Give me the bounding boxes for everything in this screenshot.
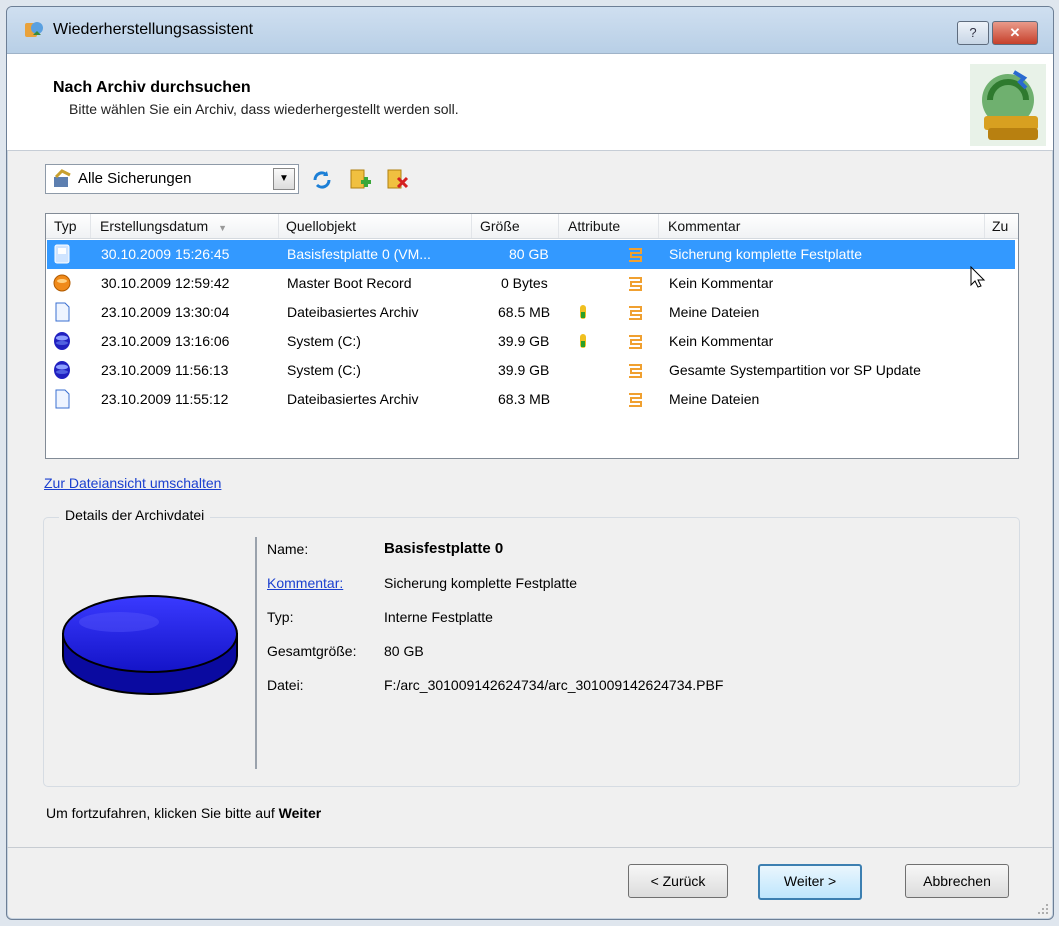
incremental-attribute-icon (580, 334, 586, 348)
archive-details-title: Details der Archivdatei (59, 507, 211, 523)
wizard-app-icon (25, 22, 43, 37)
switch-to-file-view-link[interactable]: Zur Dateiansicht umschalten (44, 475, 221, 491)
archive-segments-icon (629, 306, 642, 320)
resize-grip-icon[interactable] (1037, 903, 1049, 915)
help-button[interactable]: ? (957, 21, 989, 45)
wizard-header: Nach Archiv durchsuchen Bitte wählen Sie… (7, 54, 1053, 151)
detail-comment-value: Sicherung komplette Festplatte (384, 575, 577, 591)
row-source: Basisfestplatte 0 (VM... (287, 246, 431, 262)
row-source: System (C:) (287, 362, 361, 378)
row-date: 30.10.2009 15:26:45 (101, 246, 230, 262)
row-comment: Meine Dateien (669, 391, 760, 407)
detail-name-label: Name: (267, 541, 309, 557)
detail-file-label: Datei: (267, 677, 304, 693)
archive-filter-value: Alle Sicherungen (78, 170, 192, 187)
row-size: 68.5 MB (498, 304, 551, 320)
archive-segments-icon (629, 364, 642, 378)
column-header-comment[interactable]: Kommentar (668, 218, 740, 234)
row-date: 23.10.2009 13:16:06 (101, 333, 230, 349)
archive-segments-icon (629, 277, 642, 291)
disk-archive-icon (54, 244, 70, 264)
page-subtitle: Bitte wählen Sie ein Archiv, dass wieder… (69, 101, 459, 117)
column-header-source[interactable]: Quellobjekt (286, 218, 356, 234)
details-divider (255, 537, 257, 769)
archive-list[interactable]: Typ Erstellungsdatum ▼ Quellobjekt Größe … (45, 213, 1019, 459)
row-source: Master Boot Record (287, 275, 412, 291)
table-row[interactable]: 30.10.2009 15:26:45 Basisfestplatte 0 (V… (47, 240, 1015, 269)
next-button[interactable]: Weiter > (758, 864, 862, 900)
mouse-cursor-icon (970, 266, 986, 288)
title-bar: Wiederherstellungsassistent ? ✕ (7, 7, 1053, 54)
partition-icon (54, 361, 70, 379)
row-size: 39.9 GB (498, 362, 550, 378)
detail-size-label: Gesamtgröße: (267, 643, 357, 659)
file-archive-icon (55, 302, 70, 322)
restore-wizard-icon (970, 64, 1046, 146)
archive-filter-select[interactable]: Alle Sicherungen ▼ (45, 164, 299, 194)
column-header-attributes[interactable]: Attribute (568, 218, 620, 234)
cancel-button[interactable]: Abbrechen (905, 864, 1009, 898)
detail-type-value: Interne Festplatte (384, 609, 493, 625)
row-date: 23.10.2009 11:56:13 (101, 362, 229, 378)
row-date: 23.10.2009 11:55:12 (101, 391, 229, 407)
table-row[interactable]: 23.10.2009 11:55:12 Dateibasiertes Archi… (47, 385, 1015, 414)
table-row[interactable]: 23.10.2009 13:30:04 Dateibasiertes Archi… (47, 298, 1015, 327)
archive-segments-icon (629, 335, 642, 349)
detail-type-label: Typ: (267, 609, 294, 625)
column-header-size[interactable]: Größe (480, 218, 520, 234)
row-date: 23.10.2009 13:30:04 (101, 304, 230, 320)
detail-file-value: F:/arc_301009142624734/arc_3010091426247… (384, 677, 724, 693)
incremental-attribute-icon (580, 305, 586, 319)
table-row[interactable]: 30.10.2009 12:59:42 Master Boot Record 0… (47, 269, 1015, 298)
partition-icon (54, 332, 70, 350)
file-archive-icon (55, 389, 70, 409)
mbr-icon (53, 274, 71, 292)
continue-hint-bold: Weiter (278, 805, 322, 821)
row-source: System (C:) (287, 333, 361, 349)
row-comment: Meine Dateien (669, 304, 760, 320)
continue-hint-text: Um fortzufahren, klicken Sie bitte auf (46, 805, 275, 821)
page-title: Nach Archiv durchsuchen (53, 79, 251, 96)
table-row[interactable]: 23.10.2009 11:56:13 System (C:) 39.9 GB … (47, 356, 1015, 385)
continue-hint: Um fortzufahren, klicken Sie bitte auf W… (46, 805, 321, 821)
back-button[interactable]: < Zurück (628, 864, 728, 898)
column-header-more[interactable]: Zu (992, 218, 1008, 234)
refresh-icon[interactable] (310, 168, 334, 192)
row-size: 80 GB (509, 246, 549, 262)
row-comment: Kein Kommentar (669, 333, 774, 349)
detail-name-value: Basisfestplatte 0 (384, 540, 504, 557)
archive-segments-icon (629, 393, 642, 407)
row-source: Dateibasiertes Archiv (287, 391, 419, 407)
wizard-window: Wiederherstellungsassistent ? ✕ Nach Arc… (6, 6, 1054, 920)
archive-segments-icon (629, 248, 642, 262)
chevron-down-icon[interactable]: ▼ (273, 168, 295, 190)
sort-down-icon: ▼ (218, 223, 228, 233)
row-date: 30.10.2009 12:59:42 (101, 275, 230, 291)
detail-size-value: 80 GB (384, 643, 424, 659)
window-title: Wiederherstellungsassistent (53, 21, 254, 38)
backups-filter-icon (54, 169, 71, 187)
row-size: 68.3 MB (498, 391, 551, 407)
row-size: 0 Bytes (501, 275, 548, 291)
row-comment: Sicherung komplette Festplatte (669, 246, 862, 262)
delete-archive-icon[interactable] (385, 168, 409, 192)
column-header-typ[interactable]: Typ (54, 218, 77, 234)
add-archive-icon[interactable] (348, 168, 372, 192)
detail-comment-link[interactable]: Kommentar: (267, 575, 343, 591)
row-comment: Kein Kommentar (669, 275, 774, 291)
table-row[interactable]: 23.10.2009 13:16:06 System (C:) 39.9 GB … (47, 327, 1015, 356)
column-header-date[interactable]: Erstellungsdatum ▼ (100, 218, 227, 234)
hard-disk-icon (62, 595, 238, 695)
close-button[interactable]: ✕ (992, 21, 1038, 45)
row-source: Dateibasiertes Archiv (287, 304, 419, 320)
bottom-divider (7, 847, 1053, 848)
row-comment: Gesamte Systempartition vor SP Update (669, 362, 921, 378)
row-size: 39.9 GB (498, 333, 550, 349)
list-header: Typ Erstellungsdatum ▼ Quellobjekt Größe … (46, 214, 1018, 239)
